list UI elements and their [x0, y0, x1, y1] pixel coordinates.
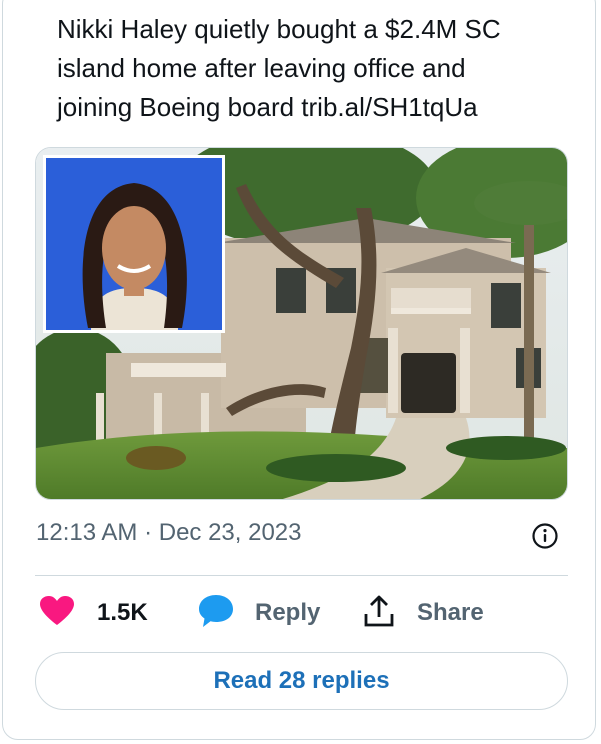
heart-icon — [39, 595, 75, 632]
like-button[interactable]: 1.5K — [39, 590, 148, 636]
read-replies-button[interactable]: Read 28 replies — [35, 652, 568, 710]
divider — [35, 575, 568, 576]
info-icon[interactable] — [531, 522, 559, 550]
tweet-text: Nikki Haley quietly bought a $2.4M SC is… — [57, 14, 501, 122]
share-icon — [363, 594, 395, 633]
reply-label: Reply — [255, 599, 321, 626]
like-count: 1.5K — [97, 599, 148, 626]
tweet-media-image[interactable] — [35, 147, 568, 500]
reply-bubble-icon — [197, 593, 235, 634]
share-button[interactable]: Share — [363, 590, 484, 636]
share-label: Share — [417, 599, 484, 626]
reply-button[interactable]: Reply — [197, 590, 320, 636]
tweet-actions: 1.5K Reply Share — [0, 590, 601, 636]
tweet-timestamp[interactable]: 12:13 AM · Dec 23, 2023 — [36, 519, 302, 547]
